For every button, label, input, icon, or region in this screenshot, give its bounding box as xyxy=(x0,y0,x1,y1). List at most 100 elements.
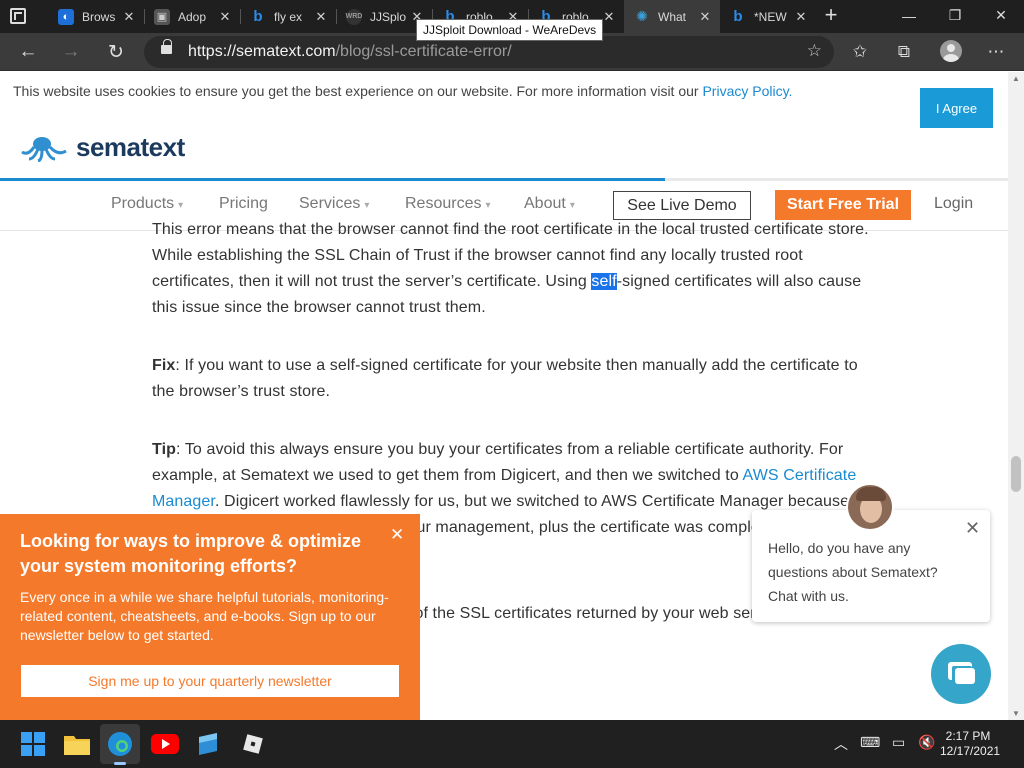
windows-taskbar: ︿ ⌨ ▭ 🔇 2:17 PM 12/17/2021 xyxy=(0,720,1024,768)
tab-label: What xyxy=(658,9,687,24)
tab-label: Adop xyxy=(178,9,207,24)
nav-pricing[interactable]: Pricing xyxy=(219,195,268,213)
sematext-logo[interactable]: sematext xyxy=(20,132,185,163)
nav-products-label: Products xyxy=(111,195,175,212)
scrollbar-thumb[interactable] xyxy=(1011,456,1021,492)
scroll-down-icon[interactable]: ▼ xyxy=(1012,709,1020,718)
tab-label: *NEW xyxy=(754,9,787,24)
network-icon[interactable]: ▭ xyxy=(892,734,905,751)
start-windows-icon[interactable] xyxy=(18,729,48,759)
chevron-down-icon: ▾ xyxy=(569,200,575,211)
clock-date: 12/17/2021 xyxy=(940,744,1001,758)
window-menu-icon[interactable] xyxy=(10,8,26,24)
agree-button[interactable]: I Agree xyxy=(920,88,993,128)
roblox-taskbar-icon[interactable] xyxy=(238,729,268,759)
tab-label: JJSplo xyxy=(370,9,407,24)
folder-icon xyxy=(64,736,90,755)
taskbar-clock[interactable]: 2:17 PM 12/17/2021 xyxy=(940,729,1001,759)
minimize-icon[interactable]: — xyxy=(886,0,932,31)
nav-services[interactable]: Services ▾ xyxy=(299,195,369,213)
clock-time: 2:17 PM xyxy=(945,729,991,743)
tab-0[interactable]: ◐ Brows ✕ xyxy=(48,0,144,33)
start-free-trial-button[interactable]: Start Free Trial xyxy=(775,190,911,220)
cookie-notice: This website uses cookies to ensure you … xyxy=(13,83,792,99)
edge-taskbar-icon[interactable] xyxy=(105,729,135,759)
youtube-icon xyxy=(151,734,179,754)
forward-icon[interactable]: → xyxy=(57,38,85,66)
close-icon[interactable]: ✕ xyxy=(390,525,404,545)
privacy-policy-link[interactable]: Privacy Policy. xyxy=(702,83,792,99)
paragraph-text: : If you want to use a self-signed certi… xyxy=(152,357,858,400)
scroll-up-icon[interactable]: ▲ xyxy=(1012,74,1020,83)
tab-label: Brows xyxy=(82,9,116,24)
more-menu-icon[interactable]: ⋯ xyxy=(982,38,1010,66)
volume-muted-icon[interactable]: 🔇 xyxy=(918,734,935,751)
tab-label: fly ex xyxy=(274,9,303,24)
tab-6-active[interactable]: ✺ What ✕ xyxy=(624,0,720,33)
bing-icon: b xyxy=(253,8,263,25)
nav-resources[interactable]: Resources ▾ xyxy=(405,195,491,213)
tab-2[interactable]: b fly ex ✕ xyxy=(240,0,336,33)
favorites-icon[interactable]: ✩ xyxy=(846,38,874,66)
refresh-icon[interactable]: ↻ xyxy=(102,38,130,66)
chevron-down-icon: ▾ xyxy=(485,200,491,211)
close-tab-icon[interactable]: ✕ xyxy=(216,9,234,25)
wrd-icon: WRD xyxy=(346,8,362,25)
file-explorer-icon[interactable] xyxy=(62,729,92,759)
chevron-down-icon: ▾ xyxy=(178,200,184,211)
login-link[interactable]: Login xyxy=(934,195,973,213)
nav-products[interactable]: Products ▾ xyxy=(111,195,183,213)
paragraph-fix: Fix: If you want to use a self-signed ce… xyxy=(152,353,872,405)
chat-bubble-icon-front xyxy=(955,668,975,684)
back-icon[interactable]: ← xyxy=(14,38,42,66)
show-hidden-icons-chevron-icon[interactable]: ︿ xyxy=(834,734,848,754)
close-tab-icon[interactable]: ✕ xyxy=(120,9,138,25)
nav-about-label: About xyxy=(524,195,566,212)
keyboard-icon[interactable]: ⌨ xyxy=(860,734,880,751)
new-tab-button[interactable]: + xyxy=(820,4,842,28)
youtube-taskbar-icon[interactable] xyxy=(150,729,180,759)
tab-tooltip: JJSploit Download - WeAreDevs xyxy=(416,19,604,41)
newsletter-signup-button[interactable]: Sign me up to your quarterly newsletter xyxy=(21,665,399,697)
edge-blue-icon: ◐ xyxy=(58,8,74,25)
octopus-logo-icon xyxy=(21,136,67,162)
chat-launcher-button[interactable] xyxy=(931,644,991,704)
paragraph-cause: This error means that the browser cannot… xyxy=(152,217,872,321)
web-page: This website uses cookies to ensure you … xyxy=(0,72,1008,720)
nav-resources-label: Resources xyxy=(405,195,482,212)
close-tab-icon[interactable]: ✕ xyxy=(312,9,330,25)
close-tab-icon[interactable]: ✕ xyxy=(696,9,714,25)
logo-text: sematext xyxy=(76,132,185,162)
see-live-demo-button[interactable]: See Live Demo xyxy=(613,191,751,220)
app-taskbar-icon[interactable] xyxy=(193,729,223,759)
paragraph-text: : To avoid this always ensure you buy yo… xyxy=(152,441,844,484)
nav-about[interactable]: About ▾ xyxy=(524,195,575,213)
nav-services-label: Services xyxy=(299,195,361,212)
collections-icon[interactable]: ⧉ xyxy=(890,38,918,66)
page-scrollbar[interactable]: ▲ ▼ xyxy=(1008,72,1024,720)
roblox-icon xyxy=(243,734,263,754)
close-tab-icon[interactable]: ✕ xyxy=(792,9,810,25)
lock-icon[interactable] xyxy=(161,39,172,54)
restore-icon[interactable]: ❐ xyxy=(932,0,978,31)
sematext-icon: ✺ xyxy=(636,8,648,24)
tab-7[interactable]: b *NEW ✕ xyxy=(720,0,816,33)
url-text[interactable]: https://sematext.com/blog/ssl-certificat… xyxy=(188,43,512,61)
add-favorite-icon[interactable]: ☆ xyxy=(807,41,822,61)
tab-1[interactable]: ▣ Adop ✕ xyxy=(144,0,240,33)
profile-avatar-icon[interactable] xyxy=(940,40,962,62)
close-window-icon[interactable]: ✕ xyxy=(978,0,1024,31)
grey-image-icon: ▣ xyxy=(154,8,170,25)
newsletter-title: Looking for ways to improve & optimize y… xyxy=(20,531,362,576)
blue-app-icon xyxy=(199,733,217,755)
newsletter-popup: ✕ Looking for ways to improve & optimize… xyxy=(0,514,420,720)
selected-text: self xyxy=(591,273,617,290)
edge-icon xyxy=(108,732,132,756)
windows-logo-icon xyxy=(21,732,45,756)
cookie-text: This website uses cookies to ensure you … xyxy=(13,83,699,99)
bing-icon: b xyxy=(733,8,743,25)
url-path: /blog/ssl-certificate-error/ xyxy=(335,43,512,60)
nav-pricing-label: Pricing xyxy=(219,195,268,212)
fix-label: Fix xyxy=(152,357,176,374)
chat-message: Hello, do you have any questions about S… xyxy=(768,540,938,604)
